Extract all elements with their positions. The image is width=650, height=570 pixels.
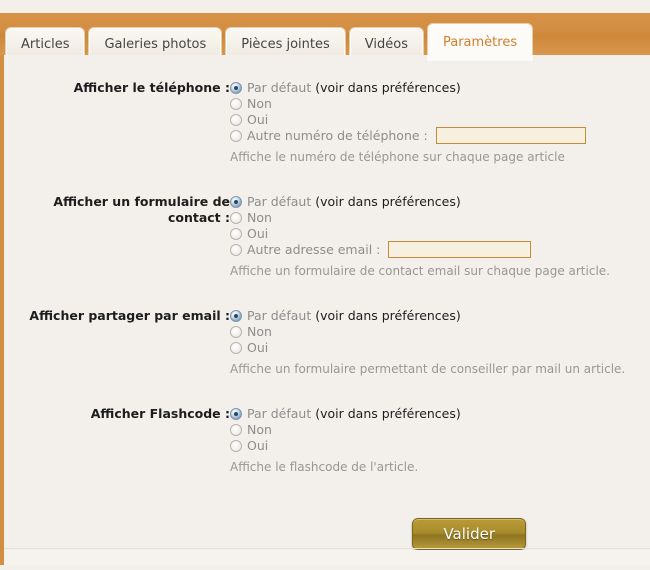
setting-help-text: Affiche le flashcode de l'article.: [230, 460, 419, 474]
radio-option[interactable]: Par défaut (voir dans préférences): [230, 308, 636, 323]
radio-label-emphasis: (voir dans préférences): [315, 406, 461, 421]
radio-label-primary: Non: [247, 324, 272, 339]
radio-label-primary: Autre adresse email :: [247, 242, 381, 257]
radio-label-primary: Autre numéro de téléphone :: [247, 128, 428, 143]
radio-button-icon[interactable]: [230, 407, 242, 420]
radio-label-emphasis: (voir dans préférences): [315, 194, 461, 209]
setting-help-text: Affiche un formulaire permettant de cons…: [230, 362, 626, 376]
radio-label-primary: Non: [247, 96, 272, 111]
radio-label-primary: Oui: [247, 112, 269, 127]
radio-option[interactable]: Par défaut (voir dans préférences): [230, 406, 636, 421]
radio-option-label: Par défaut (voir dans préférences): [247, 308, 461, 323]
radio-label-primary: Oui: [247, 226, 269, 241]
setting-field: Par défaut (voir dans préférences) Non Oui…: [230, 194, 636, 278]
row-spacer: [18, 278, 636, 308]
radio-option-label: Oui: [247, 340, 268, 355]
radio-option[interactable]: Non: [230, 96, 636, 111]
setting-field: Par défaut (voir dans préférences) Non Oui…: [230, 308, 636, 376]
radio-button-icon[interactable]: [230, 97, 242, 110]
radio-option[interactable]: Autre adresse email :: [230, 241, 636, 258]
radio-button-icon[interactable]: [230, 325, 242, 338]
radio-option-label: Non: [247, 422, 272, 437]
radio-option[interactable]: Non: [230, 324, 636, 339]
setting-field: Par défaut (voir dans préférences) Non Oui…: [230, 80, 636, 164]
submit-row: Valider: [18, 518, 636, 550]
radio-button-icon[interactable]: [230, 81, 242, 94]
radio-label-primary: Non: [247, 422, 272, 437]
setting-label: Afficher Flashcode :: [90, 406, 230, 421]
radio-option-label: Oui: [247, 226, 268, 241]
radio-option-label: Oui: [247, 112, 268, 127]
radio-option-label: Oui: [247, 438, 268, 453]
settings-row: Afficher Flashcode : Par défaut (voir dan…: [18, 406, 636, 474]
radio-button-icon[interactable]: [230, 309, 242, 322]
other-phone-input[interactable]: [435, 127, 586, 144]
setting-help-text: Affiche le numéro de téléphone sur chaqu…: [230, 150, 565, 164]
row-spacer: [18, 376, 636, 406]
footer-strip: [4, 550, 650, 565]
other-email-input[interactable]: [388, 241, 532, 258]
settings-row: Afficher un formulaire de contact : Par d…: [18, 194, 636, 278]
radio-label-primary: Oui: [247, 438, 269, 453]
radio-option-label: Par défaut (voir dans préférences): [247, 80, 461, 95]
radio-button-icon[interactable]: [230, 227, 242, 240]
radio-button-icon[interactable]: [230, 211, 242, 224]
setting-help-text: Affiche un formulaire de contact email s…: [230, 264, 610, 278]
radio-label-primary: Oui: [247, 340, 269, 355]
validate-button[interactable]: Valider: [412, 518, 526, 550]
radio-option[interactable]: Oui: [230, 438, 636, 453]
radio-option[interactable]: Par défaut (voir dans préférences): [230, 194, 636, 209]
radio-button-icon[interactable]: [230, 195, 242, 208]
radio-option[interactable]: Oui: [230, 226, 636, 241]
radio-option-label: Non: [247, 210, 272, 225]
radio-option[interactable]: Non: [230, 210, 636, 225]
radio-button-icon[interactable]: [230, 129, 242, 142]
radio-option[interactable]: Non: [230, 422, 636, 437]
radio-label-primary: Par défaut: [247, 194, 316, 209]
settings-table: Afficher le téléphone : Par défaut (voir …: [18, 80, 636, 474]
settings-row: Afficher partager par email : Par défaut …: [18, 308, 636, 376]
settings-form: Afficher le téléphone : Par défaut (voir …: [4, 60, 650, 550]
setting-label: Afficher partager par email :: [29, 308, 230, 323]
radio-option[interactable]: Autre numéro de téléphone :: [230, 127, 636, 144]
radio-option-label: Par défaut (voir dans préférences): [247, 406, 461, 421]
radio-option-label: Par défaut (voir dans préférences): [247, 194, 461, 209]
settings-row: Afficher le téléphone : Par défaut (voir …: [18, 80, 636, 164]
radio-option[interactable]: Oui: [230, 112, 636, 127]
tab-bar: Articles Galeries photos Pièces jointes Vid…: [0, 0, 650, 60]
radio-button-icon[interactable]: [230, 113, 242, 126]
setting-label: Afficher un formulaire de contact :: [53, 194, 230, 225]
tab-param-tres[interactable]: Paramètres: [427, 24, 533, 60]
radio-option-label: Autre numéro de téléphone :: [247, 128, 428, 143]
radio-label-emphasis: (voir dans préférences): [315, 80, 461, 95]
radio-option-label: Autre adresse email :: [247, 242, 380, 257]
radio-label-primary: Par défaut: [247, 80, 316, 95]
row-spacer: [18, 164, 636, 194]
radio-option-label: Non: [247, 324, 272, 339]
footer-divider: [4, 548, 650, 549]
radio-label-primary: Par défaut: [247, 406, 316, 421]
settings-panel: Afficher le téléphone : Par défaut (voir …: [0, 55, 650, 565]
radio-option[interactable]: Par défaut (voir dans préférences): [230, 80, 636, 95]
radio-label-primary: Par défaut: [247, 308, 316, 323]
radio-option-label: Non: [247, 96, 272, 111]
radio-button-icon[interactable]: [230, 439, 242, 452]
tab-list: Articles Galeries photos Pièces jointes Vid…: [0, 13, 650, 60]
radio-button-icon[interactable]: [230, 341, 242, 354]
radio-button-icon[interactable]: [230, 243, 242, 256]
radio-label-emphasis: (voir dans préférences): [315, 308, 461, 323]
radio-option[interactable]: Oui: [230, 340, 636, 355]
radio-button-icon[interactable]: [230, 423, 242, 436]
radio-label-primary: Non: [247, 210, 272, 225]
setting-field: Par défaut (voir dans préférences) Non Oui…: [230, 406, 636, 474]
setting-label: Afficher le téléphone :: [73, 80, 230, 95]
